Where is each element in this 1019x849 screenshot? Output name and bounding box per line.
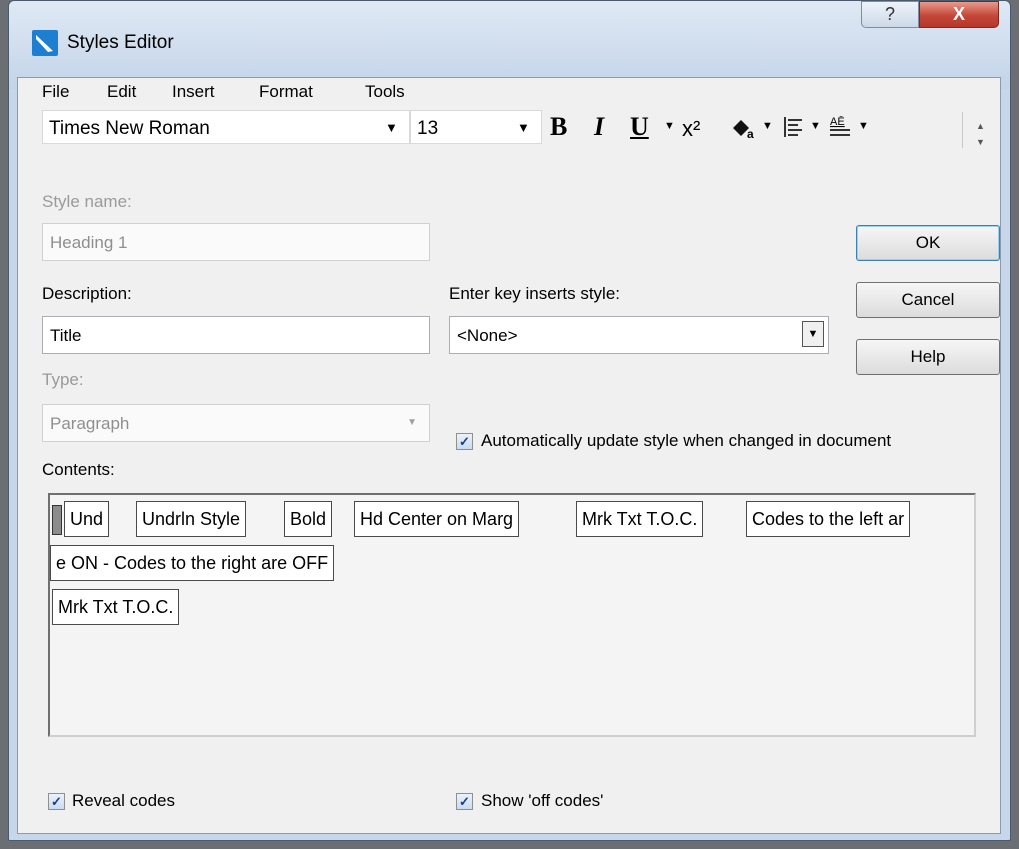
format-toolbar: Times New Roman ▼ 13 ▼ B I U ▼ x² a ▼ ▼ … bbox=[18, 106, 1000, 156]
dialog-client-area: File Edit Insert Format Tools Times New … bbox=[17, 77, 1001, 834]
scroll-down-icon[interactable]: ▼ bbox=[976, 134, 985, 150]
chevron-down-icon[interactable]: ▼ bbox=[802, 321, 824, 347]
title-bar[interactable]: Styles Editor ? X bbox=[9, 1, 1010, 89]
chevron-down-icon[interactable]: ▼ bbox=[385, 120, 398, 135]
toolbar-separator bbox=[962, 112, 963, 148]
cursor-marker bbox=[52, 505, 62, 535]
font-size-value: 13 bbox=[417, 118, 439, 139]
font-size-combo[interactable]: 13 ▼ bbox=[410, 110, 542, 144]
code-tag[interactable]: Mrk Txt T.O.C. bbox=[576, 501, 704, 537]
fill-color-icon[interactable]: a bbox=[730, 116, 758, 142]
menu-format[interactable]: Format bbox=[259, 82, 313, 102]
style-name-label: Style name: bbox=[42, 192, 132, 211]
line-spacing-dropdown-icon[interactable]: ▼ bbox=[858, 120, 869, 132]
auto-update-label: Automatically update style when changed … bbox=[481, 431, 892, 450]
app-icon bbox=[32, 30, 58, 56]
styles-editor-window: Styles Editor ? X File Edit Insert Forma… bbox=[8, 0, 1011, 841]
fill-color-dropdown-icon[interactable]: ▼ bbox=[762, 120, 773, 132]
type-label: Type: bbox=[42, 370, 84, 389]
toolbar-scroll[interactable]: ▲ ▼ bbox=[976, 118, 985, 150]
description-label: Description: bbox=[42, 284, 132, 303]
font-name-value: Times New Roman bbox=[49, 118, 210, 139]
chevron-down-icon[interactable]: ▼ bbox=[517, 120, 530, 135]
code-tag[interactable]: Undrln Style bbox=[136, 501, 247, 537]
code-tag[interactable]: e ON - Codes to the right are OFF bbox=[50, 545, 335, 581]
underline-dropdown-icon[interactable]: ▼ bbox=[664, 120, 675, 132]
help-button[interactable]: Help bbox=[856, 339, 1000, 375]
help-title-button[interactable]: ? bbox=[861, 1, 919, 28]
auto-update-checkbox[interactable]: ✓ bbox=[456, 433, 473, 450]
superscript-button[interactable]: x² bbox=[682, 116, 700, 142]
code-tag[interactable]: Hd Center on Marg bbox=[354, 501, 520, 537]
svg-text:AĒ: AĒ bbox=[830, 116, 845, 128]
font-name-combo[interactable]: Times New Roman ▼ bbox=[42, 110, 410, 144]
underline-button[interactable]: U bbox=[630, 112, 649, 142]
code-tag[interactable]: Mrk Txt T.O.C. bbox=[52, 589, 180, 625]
description-field[interactable]: Title bbox=[42, 316, 430, 354]
enter-key-style-label: Enter key inserts style: bbox=[449, 284, 621, 303]
italic-button[interactable]: I bbox=[594, 112, 604, 142]
scroll-up-icon[interactable]: ▲ bbox=[976, 118, 985, 134]
svg-text:a: a bbox=[747, 127, 754, 141]
align-left-icon[interactable] bbox=[782, 116, 806, 138]
alignment-dropdown-icon[interactable]: ▼ bbox=[810, 120, 821, 132]
cancel-button[interactable]: Cancel bbox=[856, 282, 1000, 318]
window-title: Styles Editor bbox=[67, 32, 174, 53]
reveal-codes-checkbox[interactable]: ✓ bbox=[48, 793, 65, 810]
show-off-codes-label: Show 'off codes' bbox=[481, 791, 604, 810]
line-spacing-icon[interactable]: AĒ bbox=[828, 114, 854, 140]
bold-button[interactable]: B bbox=[550, 112, 567, 142]
reveal-codes-label: Reveal codes bbox=[72, 791, 176, 810]
close-button[interactable]: X bbox=[919, 1, 999, 28]
type-select: Paragraph ▼ bbox=[42, 404, 430, 442]
enter-key-style-value: <None> bbox=[457, 326, 518, 345]
enter-key-style-select[interactable]: <None> ▼ bbox=[449, 316, 829, 354]
menu-file[interactable]: File bbox=[42, 82, 69, 102]
menu-bar: File Edit Insert Format Tools bbox=[18, 78, 1000, 107]
contents-area[interactable]: Und Undrln Style Bold Hd Center on Marg … bbox=[48, 493, 976, 737]
menu-insert[interactable]: Insert bbox=[172, 82, 215, 102]
menu-tools[interactable]: Tools bbox=[365, 82, 405, 102]
style-name-field: Heading 1 bbox=[42, 223, 430, 261]
code-tag[interactable]: Codes to the left ar bbox=[746, 501, 911, 537]
chevron-down-icon: ▼ bbox=[407, 417, 417, 428]
show-off-codes-checkbox[interactable]: ✓ bbox=[456, 793, 473, 810]
code-tag[interactable]: Bold bbox=[284, 501, 333, 537]
code-tag[interactable]: Und bbox=[64, 501, 110, 537]
ok-button[interactable]: OK bbox=[856, 225, 1000, 261]
contents-label: Contents: bbox=[42, 460, 115, 479]
menu-edit[interactable]: Edit bbox=[107, 82, 136, 102]
type-value: Paragraph bbox=[50, 414, 130, 433]
